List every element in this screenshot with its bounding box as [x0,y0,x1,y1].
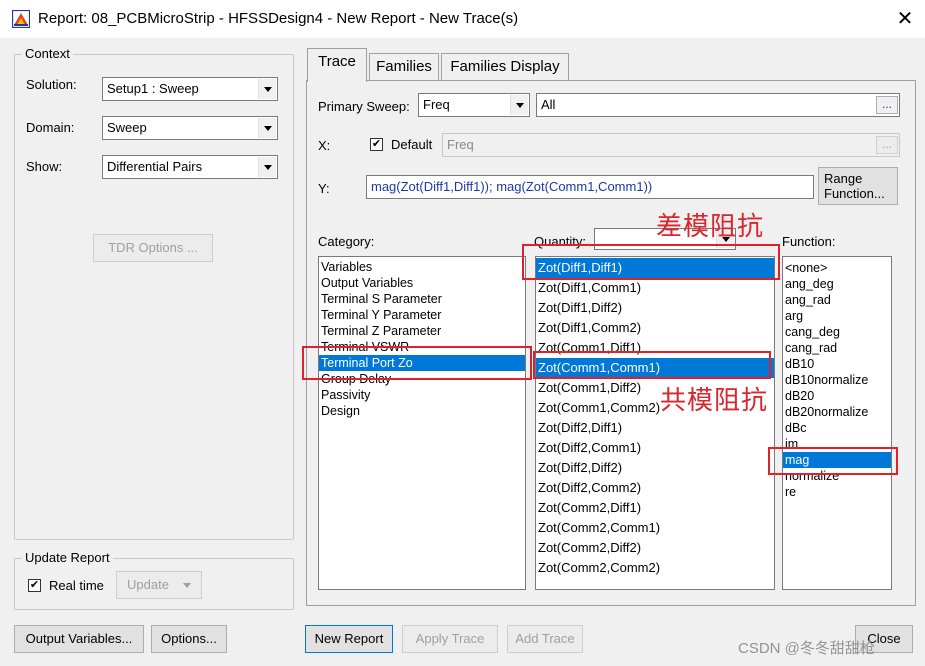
list-item[interactable]: Zot(Comm2,Comm1) [536,518,774,538]
realtime-checkbox[interactable]: ✔ [28,579,41,592]
category-label: Category: [318,234,375,249]
chevron-down-icon[interactable] [258,118,276,138]
highlight-box-terminal-port-zo [302,346,532,380]
list-item[interactable]: Zot(Diff2,Comm1) [536,438,774,458]
options-button[interactable]: Options... [151,625,227,653]
list-item[interactable]: ang_rad [783,292,891,308]
tab-families[interactable]: Families [369,53,439,81]
update-report-legend: Update Report [22,550,113,565]
window-title: Report: 08_PCBMicroStrip - HFSSDesign4 -… [38,10,519,27]
function-label: Function: [782,234,836,249]
function-list[interactable]: <none> ang_deg ang_rad arg cang_deg cang… [782,256,892,590]
list-item[interactable]: Zot(Comm2,Diff1) [536,498,774,518]
tdr-options-button[interactable]: TDR Options ... [93,234,213,262]
show-value: Differential Pairs [107,159,203,174]
list-item[interactable]: Terminal Z Parameter [319,323,525,339]
range-function-button[interactable]: Range Function... [818,167,898,205]
list-item[interactable]: Passivity [319,387,525,403]
quantity-list[interactable]: Zot(Diff1,Diff1) Zot(Diff1,Comm1) Zot(Di… [535,256,775,590]
sweep-ellipsis-button[interactable]: ... [876,96,898,114]
x-ellipsis-button[interactable]: ... [876,136,898,154]
range-function-line2: Function... [824,186,885,201]
list-item[interactable]: Terminal S Parameter [319,291,525,307]
list-item[interactable]: Zot(Diff2,Comm2) [536,478,774,498]
list-item[interactable]: cang_rad [783,340,891,356]
list-item[interactable]: ang_deg [783,276,891,292]
list-item[interactable]: Terminal Y Parameter [319,307,525,323]
chevron-down-icon [183,583,191,588]
list-item[interactable]: dB20normalize [783,404,891,420]
list-item[interactable]: Output Variables [319,275,525,291]
show-label: Show: [26,159,63,174]
list-item[interactable]: dB10 [783,356,891,372]
y-field[interactable]: mag(Zot(Diff1,Diff1)); mag(Zot(Comm1,Com… [366,175,814,199]
list-item[interactable]: Zot(Diff1,Comm1) [536,278,774,298]
list-item[interactable]: dBc [783,420,891,436]
chevron-down-icon[interactable] [510,95,528,115]
list-item[interactable]: Zot(Diff2,Diff1) [536,418,774,438]
update-button[interactable]: Update [116,571,202,599]
show-select[interactable]: Differential Pairs [102,155,278,179]
chevron-down-icon[interactable] [258,157,276,177]
solution-label: Solution: [26,77,77,92]
domain-select[interactable]: Sweep [102,116,278,140]
x-field[interactable]: Freq [442,133,900,157]
list-item[interactable]: arg [783,308,891,324]
highlight-box-mag [768,447,898,475]
sweep-range-field[interactable]: All [536,93,900,117]
list-item[interactable]: Zot(Diff2,Diff2) [536,458,774,478]
list-item[interactable]: <none> [783,260,891,276]
sweep-range-value: All [541,97,556,112]
list-item[interactable]: Zot(Diff1,Diff2) [536,298,774,318]
list-item[interactable]: Variables [319,259,525,275]
apply-trace-button[interactable]: Apply Trace [402,625,498,653]
category-list[interactable]: Variables Output Variables Terminal S Pa… [318,256,526,590]
y-label: Y: [318,181,330,196]
list-item[interactable]: Zot(Comm2,Comm2) [536,558,774,578]
x-label: X: [318,138,331,153]
app-icon [12,10,30,28]
context-legend: Context [22,46,73,61]
list-item[interactable]: dB20 [783,388,891,404]
y-value: mag(Zot(Diff1,Diff1)); mag(Zot(Comm1,Com… [371,179,653,194]
list-item[interactable]: cang_deg [783,324,891,340]
add-trace-button[interactable]: Add Trace [507,625,583,653]
default-label: Default [391,137,433,152]
watermark: CSDN @冬冬甜甜枪 [738,640,875,657]
close-window-icon[interactable]: ✕ [892,6,918,32]
range-function-line1: Range [824,171,863,186]
primary-sweep-value: Freq [423,97,450,112]
highlight-box-comm1 [533,351,771,379]
list-item[interactable]: Zot(Comm2,Diff2) [536,538,774,558]
output-variables-button[interactable]: Output Variables... [14,625,144,653]
solution-value: Setup1 : Sweep [107,81,199,96]
domain-label: Domain: [26,120,75,135]
annotation-differential: 差模阻抗 [656,212,765,242]
list-item[interactable]: Zot(Diff1,Comm2) [536,318,774,338]
tab-trace[interactable]: Trace [307,48,367,82]
realtime-label: Real time [49,578,104,593]
list-item[interactable]: Design [319,403,525,419]
solution-select[interactable]: Setup1 : Sweep [102,77,278,101]
new-report-button[interactable]: New Report [305,625,393,653]
chevron-down-icon[interactable] [258,79,276,99]
highlight-box-diff1 [522,244,780,280]
domain-value: Sweep [107,120,147,135]
list-item[interactable]: re [783,484,891,500]
update-label: Update [127,577,169,592]
annotation-common: 共模阻抗 [660,386,769,416]
primary-sweep-select[interactable]: Freq [418,93,530,117]
default-checkbox[interactable]: ✔ [370,138,383,151]
tab-families-display[interactable]: Families Display [441,53,569,81]
primary-sweep-label: Primary Sweep: [318,99,410,114]
x-value: Freq [447,137,474,152]
list-item[interactable]: dB10normalize [783,372,891,388]
